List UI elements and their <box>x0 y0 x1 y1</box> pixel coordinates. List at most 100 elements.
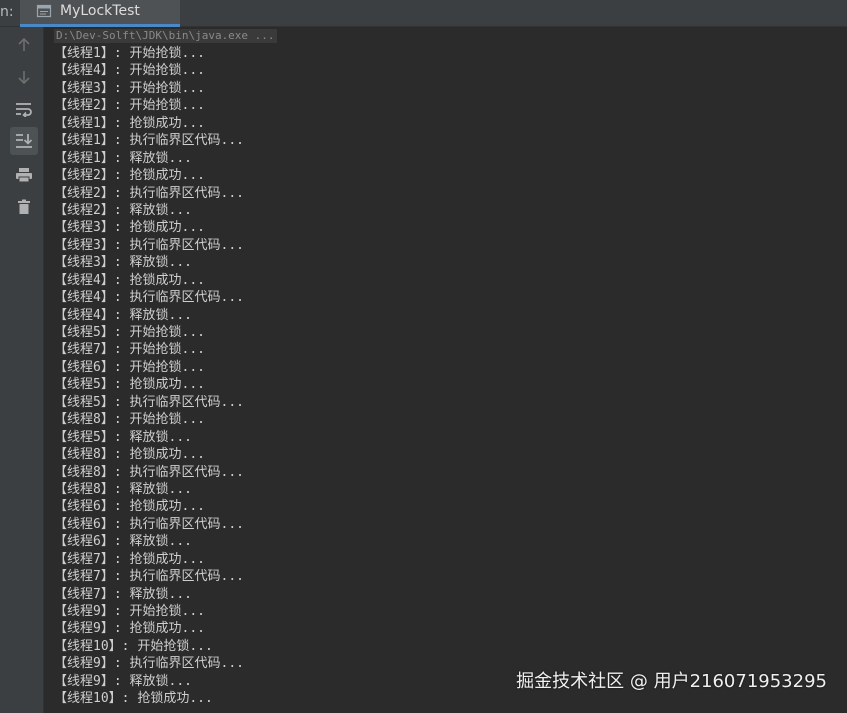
log-line: 【线程2】: 开始抢锁... <box>54 98 205 114</box>
clear-all-button[interactable] <box>10 193 38 221</box>
run-tab-bar: n: MyLockTest <box>0 0 847 27</box>
log-message: 释放锁... <box>129 255 192 271</box>
log-thread: 线程7 <box>67 551 101 567</box>
log-line: 【线程2】: 释放锁... <box>54 202 192 218</box>
log-thread: 线程3 <box>67 237 101 253</box>
log-message: 执行临界区代码... <box>129 237 244 253</box>
log-thread: 线程3 <box>67 80 101 96</box>
log-thread: 线程7 <box>67 586 101 602</box>
log-message: 抢锁成功... <box>137 691 213 707</box>
log-thread: 线程3 <box>67 255 101 271</box>
log-thread: 线程2 <box>67 202 101 218</box>
log-line: 【线程3】: 释放锁... <box>54 255 192 271</box>
log-message: 释放锁... <box>129 307 192 323</box>
log-thread: 线程10 <box>67 638 109 654</box>
log-line: 【线程3】: 执行临界区代码... <box>54 237 244 253</box>
log-thread: 线程2 <box>67 168 101 184</box>
log-message: 释放锁... <box>129 481 192 497</box>
log-message: 释放锁... <box>129 150 192 166</box>
log-line: 【线程6】: 释放锁... <box>54 534 192 550</box>
log-message: 开始抢锁... <box>137 638 213 654</box>
log-thread: 线程4 <box>67 272 101 288</box>
log-line: 【线程9】: 释放锁... <box>54 673 192 689</box>
log-thread: 线程1 <box>67 150 101 166</box>
log-line: 【线程3】: 抢锁成功... <box>54 220 205 236</box>
log-thread: 线程2 <box>67 185 101 201</box>
log-message: 释放锁... <box>129 534 192 550</box>
log-message: 抢锁成功... <box>129 499 205 515</box>
log-line: 【线程7】: 抢锁成功... <box>54 551 205 567</box>
log-thread: 线程10 <box>67 691 109 707</box>
log-thread: 线程9 <box>67 656 101 672</box>
log-line: 【线程1】: 开始抢锁... <box>54 46 205 61</box>
log-thread: 线程4 <box>67 63 101 79</box>
console-toolbar <box>0 27 44 713</box>
tab-mylocktest[interactable]: MyLockTest <box>20 0 180 27</box>
log-message: 抢锁成功... <box>129 272 205 288</box>
log-thread: 线程1 <box>67 115 101 131</box>
log-message: 执行临界区代码... <box>129 394 244 410</box>
console-output[interactable]: D:\Dev-Solft\JDK\bin\java.exe ... 【线程1】:… <box>52 27 842 713</box>
log-message: 开始抢锁... <box>129 604 205 619</box>
log-line: 【线程1】: 执行临界区代码... <box>54 133 244 149</box>
soft-wrap-button[interactable] <box>10 95 38 123</box>
log-thread: 线程8 <box>67 447 101 463</box>
log-thread: 线程9 <box>67 673 101 689</box>
log-thread: 线程9 <box>67 604 101 619</box>
watermark: 掘金技术社区 @ 用户216071953295 <box>516 671 827 692</box>
log-line: 【线程3】: 开始抢锁... <box>54 80 205 96</box>
tab-title: MyLockTest <box>60 3 140 19</box>
log-message: 开始抢锁... <box>129 63 205 79</box>
log-line: 【线程4】: 抢锁成功... <box>54 272 205 288</box>
soft-wrap-icon <box>16 103 32 117</box>
log-line: 【线程9】: 开始抢锁... <box>54 604 205 619</box>
previous-occurrence-button[interactable] <box>10 31 38 59</box>
log-line: 【线程5】: 执行临界区代码... <box>54 394 244 410</box>
log-message: 开始抢锁... <box>129 80 205 96</box>
log-thread: 线程8 <box>67 481 101 497</box>
run-panel-label: n: <box>0 4 14 20</box>
log-message: 释放锁... <box>129 429 192 445</box>
log-message: 抢锁成功... <box>129 377 205 393</box>
print-button[interactable] <box>10 161 38 189</box>
log-line: 【线程5】: 释放锁... <box>54 429 192 445</box>
log-thread: 线程6 <box>67 359 101 375</box>
log-line: 【线程6】: 开始抢锁... <box>54 359 205 375</box>
log-message: 执行临界区代码... <box>129 569 244 585</box>
down-arrow-icon <box>18 71 30 85</box>
log-thread: 线程7 <box>67 342 101 358</box>
log-message: 执行临界区代码... <box>129 516 244 532</box>
log-message: 抢锁成功... <box>129 115 205 131</box>
log-message: 开始抢锁... <box>129 412 205 428</box>
log-line: 【线程2】: 执行临界区代码... <box>54 185 244 201</box>
log-message: 释放锁... <box>129 586 192 602</box>
log-line: 【线程7】: 开始抢锁... <box>54 342 205 358</box>
log-thread: 线程3 <box>67 220 101 236</box>
log-thread: 线程6 <box>67 534 101 550</box>
next-occurrence-button[interactable] <box>10 63 38 91</box>
log-thread: 线程4 <box>67 307 101 323</box>
log-message: 抢锁成功... <box>129 551 205 567</box>
log-line: 【线程8】: 执行临界区代码... <box>54 464 244 480</box>
log-message: 释放锁... <box>129 202 192 218</box>
log-message: 抢锁成功... <box>129 447 205 463</box>
log-thread: 线程1 <box>67 46 101 61</box>
log-message: 抢锁成功... <box>129 168 205 184</box>
log-thread: 线程4 <box>67 290 101 306</box>
log-message: 开始抢锁... <box>129 46 205 61</box>
log-line: 【线程10】: 抢锁成功... <box>54 691 213 707</box>
log-message: 抢锁成功... <box>129 621 205 637</box>
log-line: 【线程8】: 释放锁... <box>54 481 192 497</box>
log-lines: 【线程1】: 开始抢锁... 【线程4】: 开始抢锁... 【线程3】: 开始抢锁.… <box>54 45 244 708</box>
log-line: 【线程4】: 开始抢锁... <box>54 63 205 79</box>
console-window-icon <box>36 4 52 18</box>
log-thread: 线程2 <box>67 98 101 114</box>
log-line: 【线程5】: 抢锁成功... <box>54 377 205 393</box>
scroll-to-end-icon <box>16 134 33 148</box>
log-message: 执行临界区代码... <box>129 464 244 480</box>
scroll-to-end-button[interactable] <box>10 127 38 155</box>
log-message: 抢锁成功... <box>129 220 205 236</box>
log-line: 【线程8】: 抢锁成功... <box>54 447 205 463</box>
run-tool-window: n: MyLockTest D:\Dev-Solft\JDK\bin\java.… <box>0 0 847 713</box>
trash-icon <box>18 199 30 214</box>
